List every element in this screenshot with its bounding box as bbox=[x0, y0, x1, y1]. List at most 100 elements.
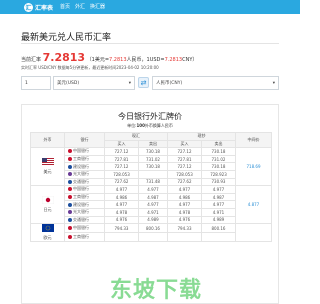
rate-cell: 727.81 bbox=[167, 154, 202, 164]
site-logo[interactable]: 汇 汇率表 bbox=[24, 2, 58, 12]
bank-name: 建设银行 bbox=[73, 201, 89, 207]
bank-name: 光大银行 bbox=[73, 209, 89, 215]
from-currency-value: 美元(USD) bbox=[57, 81, 80, 86]
bank-logo-icon bbox=[68, 195, 72, 200]
rate-cell: 800.16 bbox=[200, 223, 237, 234]
bank-logo-icon bbox=[68, 226, 72, 231]
bank-name: 中国银行 bbox=[73, 148, 89, 154]
bank-cell[interactable]: 建设银行 bbox=[64, 162, 105, 171]
to-currency-value: 人民币(CNY) bbox=[156, 81, 183, 86]
bank-logo-icon bbox=[68, 217, 72, 222]
bank-cell[interactable]: 光大银行 bbox=[64, 169, 105, 179]
currency-name[interactable]: 美元 bbox=[31, 169, 64, 175]
col-buy: 买入 bbox=[167, 139, 202, 149]
col-buy: 买入 bbox=[104, 139, 139, 149]
col-bank: 银行 bbox=[64, 131, 105, 149]
rate-cell: 4.971 bbox=[200, 207, 237, 217]
swap-currency-button[interactable]: ⇄ bbox=[138, 77, 149, 88]
japan-flag-icon bbox=[31, 195, 64, 207]
rate-cell: 4.977 bbox=[167, 200, 202, 209]
bank-name: 交通银行 bbox=[73, 178, 89, 184]
rates-body: 美元 中国银行 727.12 730.18 727.12 730.18 718.69 工商银行… bbox=[30, 147, 272, 243]
rate-cell: 727.62 bbox=[104, 177, 139, 187]
bank-name: 中国银行 bbox=[73, 186, 89, 192]
table-row: 美元 中国银行 727.12 730.18 727.12 730.18 718.69 bbox=[30, 147, 272, 187]
rate-cell: 4.977 bbox=[200, 200, 237, 209]
rate-cell: 730.18 bbox=[200, 147, 237, 156]
rate-cell: 730.18 bbox=[200, 162, 237, 171]
rate-header: 最新美元兑人民币汇率 当前汇率 7.2813 （1美元=7.2813人民币，1U… bbox=[21, 30, 279, 90]
rate-cell: 794.33 bbox=[104, 223, 139, 234]
rate-cell: 4.976 bbox=[104, 215, 139, 225]
rate-cell: 728.053 bbox=[167, 169, 202, 179]
rate-desc-text: 人民币，1USD= bbox=[126, 57, 165, 63]
rate-cell: 4.977 bbox=[200, 185, 237, 194]
rate-cell: 4.989 bbox=[200, 215, 237, 225]
rate-cell: 727.62 bbox=[167, 177, 202, 187]
nav-item-home[interactable]: 首页 bbox=[60, 3, 70, 10]
bank-cell[interactable]: 工商银行 bbox=[64, 232, 105, 243]
rate-cell: 731.48 bbox=[137, 177, 169, 187]
bank-name: 中国银行 bbox=[73, 225, 89, 231]
bank-name: 建设银行 bbox=[73, 163, 89, 169]
rate-desc-text: （1美元= bbox=[86, 57, 110, 63]
bank-cell[interactable]: 工商银行 bbox=[64, 192, 105, 202]
rate-cell: 4.978 bbox=[104, 207, 139, 217]
bank-cell[interactable]: 交通银行 bbox=[64, 177, 105, 187]
rate-cell: 800.16 bbox=[137, 223, 169, 234]
table-row: 光大银行 728.053 728.053 728.923 bbox=[31, 169, 272, 179]
rate-cell: 728.053 bbox=[104, 169, 139, 179]
watermark: 东坡下载 bbox=[110, 278, 203, 303]
table-row: 日元 中国银行 4.977 4.977 4.977 4.977 4.877 bbox=[30, 185, 272, 225]
nav-item-forex[interactable]: 外汇 bbox=[75, 3, 85, 10]
rate-label: 当前汇率 bbox=[21, 57, 42, 63]
bank-name: 工商银行 bbox=[73, 234, 89, 240]
table-row: 交通银行 4.976 4.989 4.976 4.989 bbox=[31, 215, 272, 225]
bank-cell[interactable]: 光大银行 bbox=[64, 207, 105, 217]
bank-logo-icon bbox=[68, 210, 72, 215]
mid-rate-cell: 718.69 bbox=[235, 147, 272, 187]
bank-cell[interactable]: 工商银行 bbox=[64, 154, 105, 164]
col-sell: 卖出 bbox=[137, 139, 169, 149]
bank-logo-icon bbox=[68, 157, 72, 162]
bank-logo-icon bbox=[68, 202, 72, 207]
rate-cell bbox=[137, 169, 169, 179]
from-currency-select[interactable]: 美元(USD) ▾ bbox=[53, 76, 135, 90]
bank-cell[interactable]: 中国银行 bbox=[64, 185, 105, 194]
eu-flag-icon bbox=[31, 224, 64, 235]
bank-logo-icon bbox=[68, 187, 72, 192]
col-sell: 卖出 bbox=[200, 139, 237, 149]
rate-cell: 730.18 bbox=[137, 162, 169, 171]
bank-cell[interactable]: 中国银行 bbox=[64, 147, 105, 156]
bank-logo-icon bbox=[68, 164, 72, 169]
col-currency: 外币 bbox=[30, 131, 65, 149]
rate-cell: 727.12 bbox=[104, 162, 139, 171]
rate-cell: 727.12 bbox=[167, 147, 202, 156]
chevron-down-icon: ▾ bbox=[272, 80, 275, 86]
table-row: 建设银行 4.977 4.977 4.977 4.977 bbox=[31, 200, 272, 209]
col-mid: 中间价 bbox=[235, 131, 272, 149]
rate-cell: 4.987 bbox=[200, 192, 237, 202]
amount-input[interactable]: 1 bbox=[21, 76, 51, 90]
bank-name: 交通银行 bbox=[73, 216, 89, 222]
currency-name[interactable]: 欧元 bbox=[31, 235, 64, 241]
current-rate: 当前汇率 7.2813 （1美元=7.2813人民币，1USD=7.2813CN… bbox=[21, 51, 197, 64]
rate-cell: 730.18 bbox=[137, 147, 169, 156]
rate-cell bbox=[167, 232, 202, 243]
bank-cell[interactable]: 中国银行 bbox=[64, 223, 105, 234]
rate-cell bbox=[137, 232, 169, 243]
bank-cell[interactable]: 交通银行 bbox=[64, 215, 105, 225]
bank-cell[interactable]: 建设银行 bbox=[64, 200, 105, 209]
currency-cell: 美元 bbox=[30, 147, 65, 187]
rate-value: 7.2813 bbox=[42, 51, 86, 64]
bank-name: 工商银行 bbox=[73, 156, 89, 162]
rate-cell: 4.977 bbox=[137, 185, 169, 194]
bank-name: 光大银行 bbox=[73, 171, 89, 177]
chevron-down-icon: ▾ bbox=[128, 80, 131, 86]
table-row: 工商银行 727.81 731.02 727.81 731.02 bbox=[31, 154, 272, 164]
currency-name[interactable]: 日元 bbox=[31, 207, 64, 213]
to-currency-select[interactable]: 人民币(CNY) ▾ bbox=[152, 76, 279, 90]
nav-item-converter[interactable]: 换汇器 bbox=[90, 3, 105, 10]
card-title: 今日银行外汇牌价 bbox=[118, 112, 182, 121]
bank-logo-icon bbox=[68, 172, 72, 177]
